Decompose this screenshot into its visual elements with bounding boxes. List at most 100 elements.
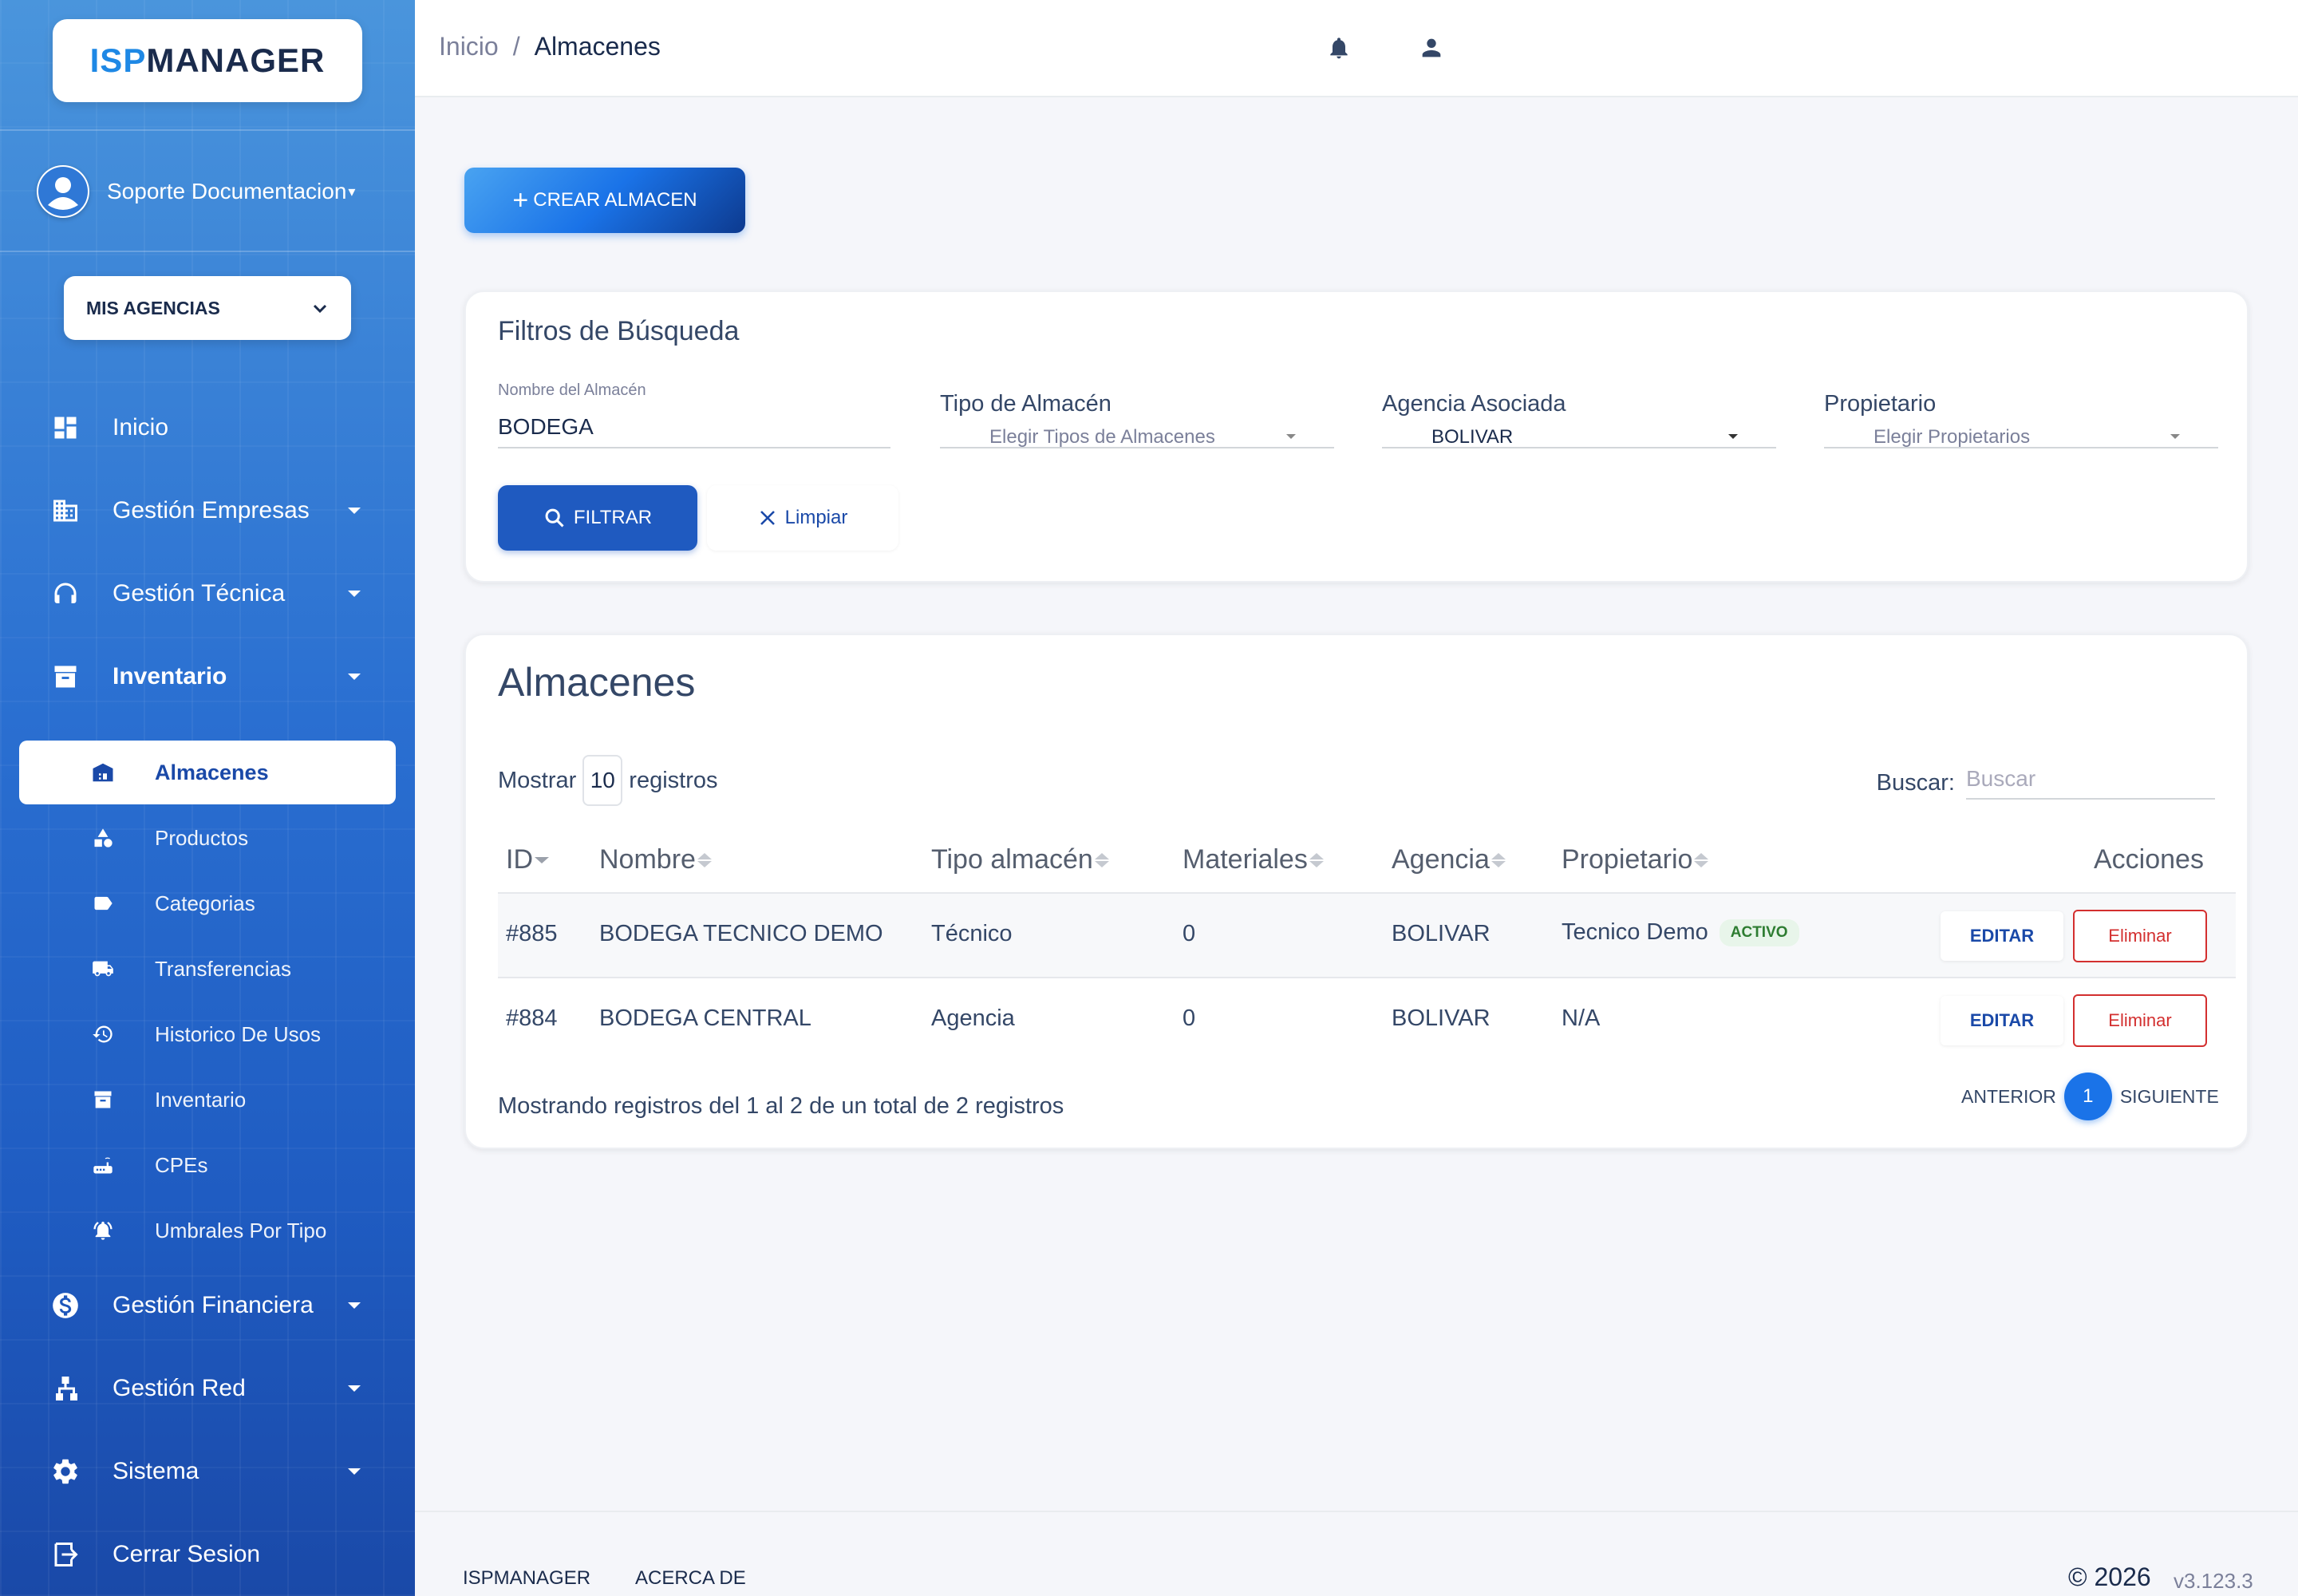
pagination-prev[interactable]: ANTERIOR [1961, 1086, 2056, 1108]
sidebar-item-gestion-red[interactable]: Gestión Red [0, 1361, 415, 1416]
sidebar-item-label: Gestión Empresas [113, 497, 310, 523]
user-icon[interactable] [1416, 32, 1447, 64]
pagination: ANTERIOR 1 SIGUIENTE [1961, 1073, 2219, 1120]
agency-value: BOLIVAR [1431, 426, 1514, 448]
sort-icon [535, 856, 549, 863]
column-header-agencia[interactable]: Agencia [1392, 844, 1506, 875]
sort-icon [1694, 852, 1709, 867]
dollar-icon [49, 1290, 81, 1321]
network-icon [49, 1373, 81, 1404]
agency-selector[interactable]: MIS AGENCIAS [64, 276, 351, 340]
sidebar-subitem-inventario[interactable]: Inventario [0, 1076, 415, 1124]
show-suffix: registros [629, 767, 718, 793]
caret-down-icon [348, 1468, 361, 1475]
dashboard-icon [49, 412, 81, 444]
plus-icon: + [512, 185, 529, 215]
sort-icon [1491, 852, 1506, 867]
delete-button[interactable]: Eliminar [2073, 910, 2207, 962]
edit-button[interactable]: EDITAR [1941, 911, 2063, 961]
caret-down-icon: ▾ [348, 183, 356, 200]
warehouse-type-label: Tipo de Almacén [940, 391, 1111, 417]
pagination-next[interactable]: SIGUIENTE [2120, 1086, 2219, 1108]
create-warehouse-button[interactable]: + CREAR ALMACEN [464, 168, 745, 233]
cell-materiales: 0 [1183, 921, 1196, 946]
sidebar-subitem-label: Umbrales Por Tipo [155, 1218, 327, 1242]
sidebar-item-gestion-tecnica[interactable]: Gestión Técnica [0, 566, 415, 622]
category-icon [89, 824, 116, 851]
column-header-nombre[interactable]: Nombre [599, 844, 712, 875]
sidebar-item-label: Cerrar Sesion [113, 1541, 261, 1567]
cell-nombre: BODEGA TECNICO DEMO [599, 921, 883, 946]
sidebar-subitem-almacenes[interactable]: Almacenes [19, 741, 396, 804]
sidebar-subitem-historico[interactable]: Historico De Usos [0, 1010, 415, 1058]
sidebar-subitem-productos[interactable]: Productos [0, 814, 415, 862]
warehouse-name-field[interactable]: Nombre del Almacén BODEGA [498, 381, 890, 448]
field-underline [498, 447, 890, 448]
column-header-label: Tipo almacén [931, 844, 1093, 875]
sidebar-item-label: Inicio [113, 414, 169, 440]
pagination-page[interactable]: 1 [2063, 1073, 2112, 1120]
breadcrumb-home[interactable]: Inicio [439, 32, 499, 61]
logo-manager: MANAGER [146, 41, 326, 79]
warehouse-name-label: Nombre del Almacén [498, 381, 646, 399]
search-input[interactable]: Buscar [1966, 766, 2215, 800]
support-agent-icon [49, 578, 81, 610]
owner-placeholder: Elegir Propietarios [1874, 426, 2031, 448]
sidebar-subitem-categorias[interactable]: Categorias [0, 879, 415, 927]
sidebar-item-sistema[interactable]: Sistema [0, 1444, 415, 1499]
sidebar-divider [0, 129, 415, 131]
sidebar: ISP MANAGER Soporte Documentacion ▾ MIS … [0, 0, 415, 1596]
sidebar-item-gestion-empresas[interactable]: Gestión Empresas [0, 483, 415, 539]
clear-button-label: Limpiar [784, 507, 848, 528]
warehouse-name-input[interactable]: BODEGA [498, 414, 890, 440]
filter-button[interactable]: FILTRAR [498, 485, 697, 551]
sidebar-subitem-umbrales[interactable]: Umbrales Por Tipo [0, 1207, 415, 1254]
cell-propietario: Tecnico Demo ACTIVO [1562, 919, 1799, 947]
owner-name: Tecnico Demo [1562, 919, 1708, 945]
sidebar-item-label: Sistema [113, 1458, 199, 1484]
owner-select[interactable]: Propietario Elegir Propietarios [1824, 391, 2218, 448]
sidebar-item-gestion-financiera[interactable]: Gestión Financiera [0, 1278, 415, 1333]
page-length-select[interactable]: 10 [582, 755, 623, 806]
sidebar-item-inventario[interactable]: Inventario [0, 649, 415, 705]
clear-button[interactable]: Limpiar [707, 485, 898, 551]
footer-brand-link[interactable]: ISPMANAGER [463, 1567, 590, 1590]
search-icon [545, 508, 564, 527]
filter-button-label: FILTRAR [573, 507, 653, 528]
top-bar: Inicio / Almacenes [415, 0, 2298, 97]
sort-icon [1094, 852, 1109, 867]
sidebar-item-label: Gestión Financiera [113, 1292, 314, 1318]
sidebar-subitem-label: Almacenes [155, 760, 269, 784]
caret-down-icon [348, 1385, 361, 1392]
column-header-propietario[interactable]: Propietario [1562, 844, 1709, 875]
column-header-id[interactable]: ID [506, 844, 549, 875]
close-icon [760, 511, 775, 525]
status-badge: ACTIVO [1719, 919, 1799, 947]
warehouse-type-select[interactable]: Tipo de Almacén Elegir Tipos de Almacene… [940, 391, 1334, 448]
column-header-materiales[interactable]: Materiales [1183, 844, 1324, 875]
logo-isp: ISP [89, 41, 147, 79]
filter-title: Filtros de Búsqueda [498, 316, 740, 346]
page-length-control: Mostrar 10 registros [498, 755, 718, 806]
sidebar-subitem-label: Transferencias [155, 956, 291, 981]
sidebar-item-cerrar-sesion[interactable]: Cerrar Sesion [0, 1527, 415, 1582]
delete-button[interactable]: Eliminar [2073, 994, 2207, 1047]
bell-icon[interactable] [1323, 32, 1355, 64]
edit-button[interactable]: EDITAR [1941, 996, 2063, 1045]
table-title: Almacenes [498, 660, 696, 705]
show-prefix: Mostrar [498, 767, 577, 793]
logo[interactable]: ISP MANAGER [53, 19, 362, 102]
column-header-label: Propietario [1562, 844, 1693, 875]
sidebar-subitem-transferencias[interactable]: Transferencias [0, 945, 415, 993]
footer-about-link[interactable]: ACERCA DE [635, 1567, 746, 1590]
column-header-label: Nombre [599, 844, 696, 875]
agency-select[interactable]: Agencia Asociada BOLIVAR [1382, 391, 1776, 448]
sort-icon [1309, 852, 1324, 867]
sidebar-subitem-cpes[interactable]: CPEs [0, 1141, 415, 1189]
sidebar-subitem-label: Productos [155, 825, 249, 850]
router-icon [89, 1152, 116, 1179]
user-menu[interactable]: Soporte Documentacion ▾ [37, 164, 388, 219]
column-header-tipo[interactable]: Tipo almacén [931, 844, 1109, 875]
sidebar-item-inicio[interactable]: Inicio [0, 400, 415, 456]
sidebar-item-label: Gestión Técnica [113, 580, 286, 606]
